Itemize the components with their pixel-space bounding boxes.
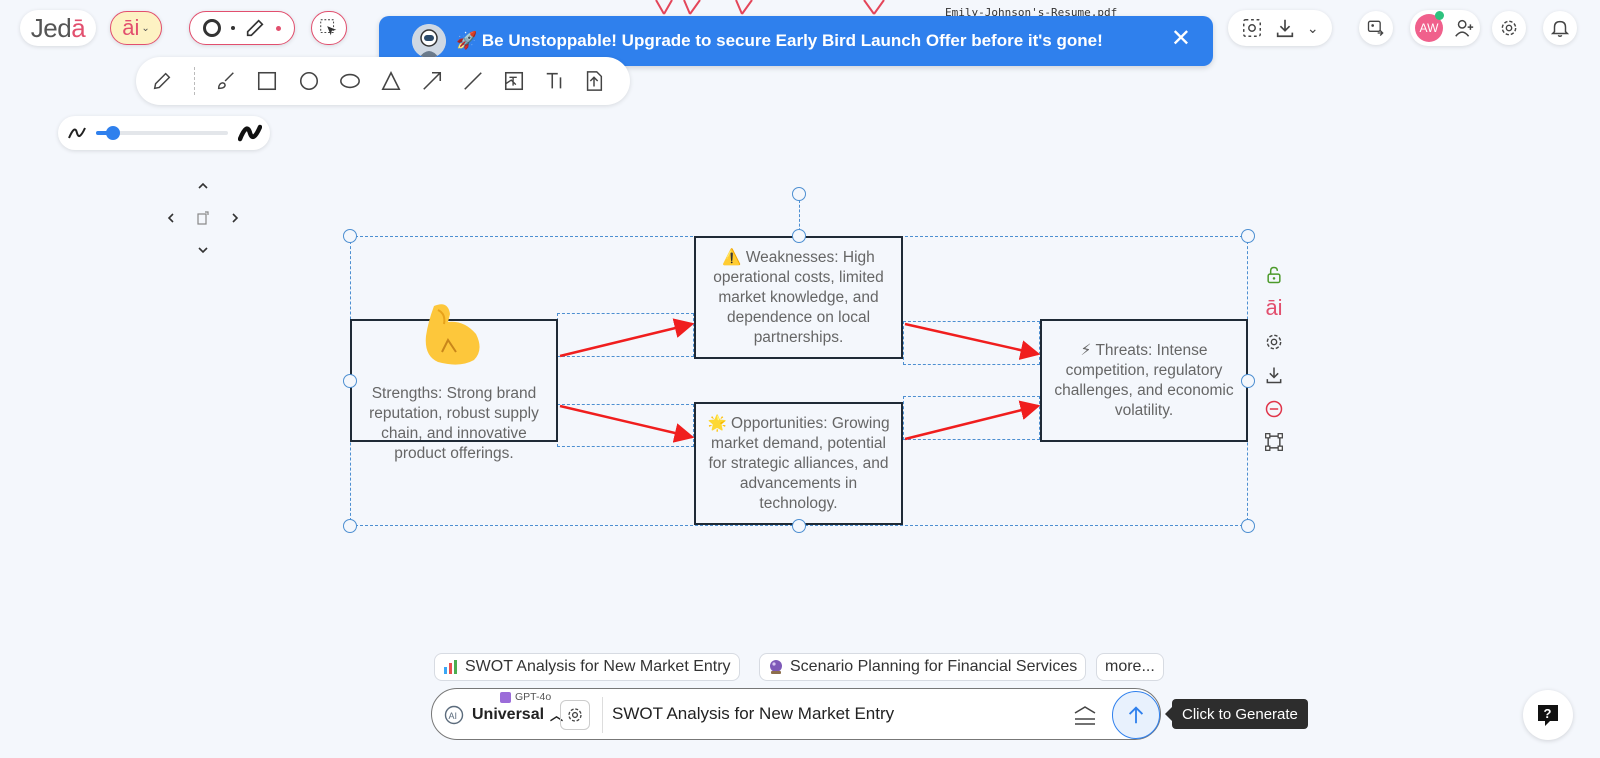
arrow-weaknesses-threats — [904, 322, 1041, 360]
resize-handle-top-left[interactable] — [343, 229, 357, 243]
flexed-arm-icon — [425, 304, 480, 365]
diagram-arrows — [559, 318, 1041, 443]
weaknesses-box[interactable]: ⚠️ Weaknesses: High operational costs, l… — [694, 236, 903, 359]
rotate-handle[interactable] — [792, 187, 806, 201]
resize-handle-right[interactable] — [1241, 374, 1255, 388]
frame-icon — [1265, 433, 1283, 451]
resize-handle-left[interactable] — [343, 374, 357, 388]
resize-handle-bottom-right[interactable] — [1241, 519, 1255, 533]
unlock-button[interactable] — [1262, 263, 1286, 287]
prompt-bar: AI GPT-4o Universal ︿ SWOT Analysis for … — [431, 688, 1161, 740]
remove-icon — [1265, 400, 1283, 418]
strengths-text: Strengths: Strong brand reputation, robu… — [369, 385, 539, 462]
ai-edit-button[interactable]: āi — [1262, 295, 1286, 320]
model-icon — [500, 691, 511, 703]
ai-assistant-icon: AI — [444, 705, 464, 725]
mode-selector[interactable]: Universal ︿ — [472, 705, 563, 724]
arrow-opportunities-threats — [904, 400, 1041, 441]
bar-chart-icon — [444, 660, 457, 674]
opportunities-box[interactable]: 🌟 Opportunities: Growing market demand, … — [694, 402, 903, 525]
arrow-strengths-opportunities — [559, 404, 695, 443]
crystal-ball-icon — [770, 660, 782, 674]
arrow-strengths-weaknesses — [559, 318, 695, 358]
more-suggestions-chip[interactable]: more... — [1096, 653, 1164, 681]
gear-icon — [1266, 334, 1282, 350]
element-download-button[interactable] — [1262, 363, 1286, 387]
unlock-icon — [1267, 266, 1281, 284]
resize-handle-bottom[interactable] — [792, 519, 806, 533]
delete-element-button[interactable] — [1262, 397, 1286, 421]
resize-handle-top[interactable] — [792, 229, 806, 243]
help-button[interactable]: ? — [1523, 690, 1573, 740]
prompt-input[interactable]: SWOT Analysis for New Market Entry — [612, 704, 1032, 724]
prompt-divider — [602, 697, 603, 733]
threats-box[interactable]: ⚡ Threats: Intense competition, regulato… — [1040, 319, 1248, 442]
suggestion-chip-scenario[interactable]: Scenario Planning for Financial Services — [759, 653, 1087, 681]
suggestion-chip-swot[interactable]: SWOT Analysis for New Market Entry — [434, 653, 740, 681]
gear-icon — [568, 708, 582, 722]
help-icon: ? — [1538, 705, 1558, 726]
download-icon — [1266, 367, 1282, 384]
model-badge: GPT-4o — [500, 691, 551, 703]
fit-frame-button[interactable] — [1262, 430, 1286, 454]
generate-tooltip: Click to Generate — [1165, 699, 1308, 729]
resize-handle-top-right[interactable] — [1241, 229, 1255, 243]
svg-text:?: ? — [1544, 706, 1552, 721]
arrow-up-icon — [1128, 706, 1144, 724]
expand-options-icon[interactable] — [1072, 703, 1098, 729]
generate-button[interactable] — [1112, 691, 1160, 739]
svg-text:AI: AI — [449, 711, 458, 721]
resize-handle-bottom-left[interactable] — [343, 519, 357, 533]
element-settings-button[interactable] — [1262, 330, 1286, 354]
ai-side-label: āi — [1265, 295, 1283, 320]
prompt-settings-button[interactable] — [560, 700, 590, 730]
